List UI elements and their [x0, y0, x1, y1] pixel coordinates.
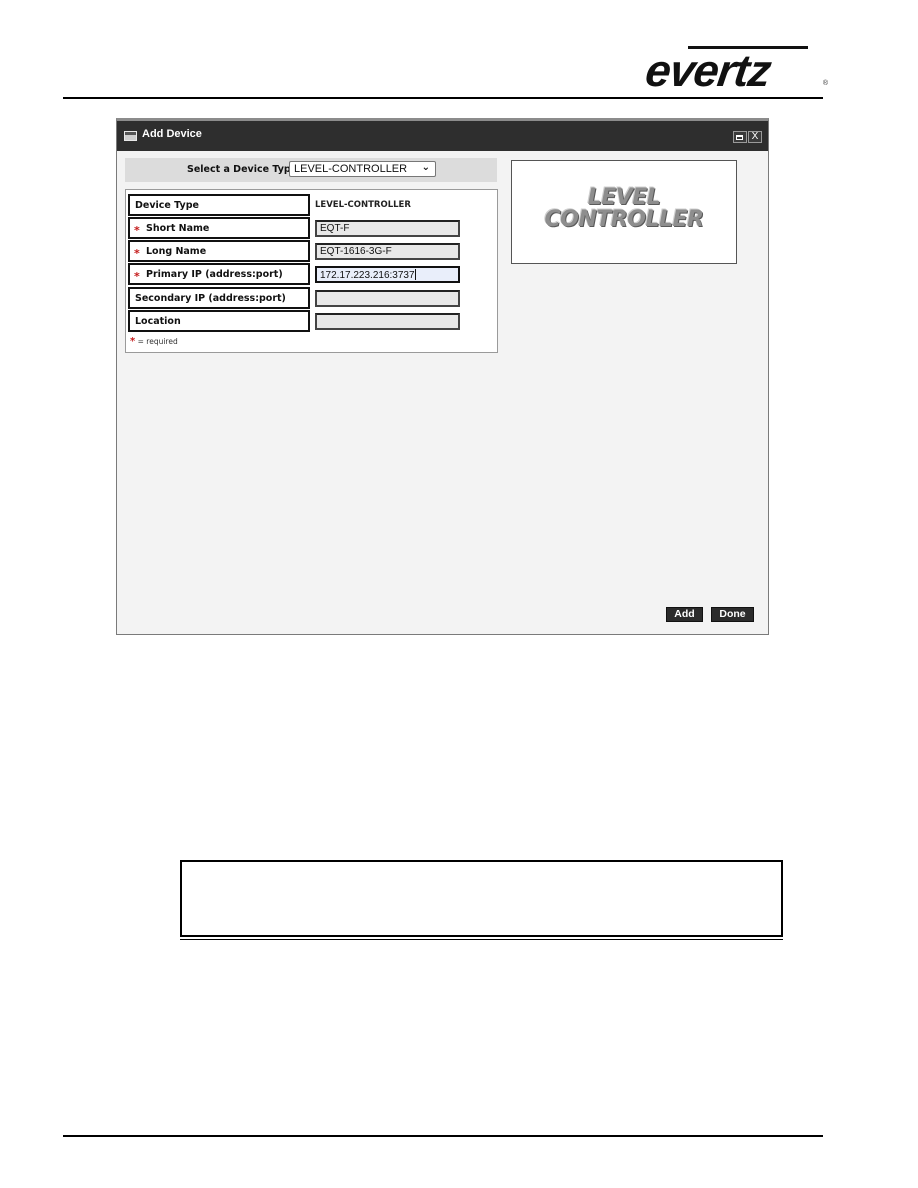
- registered-mark: ®: [822, 80, 828, 87]
- required-star: *: [134, 224, 140, 237]
- long-name-value: EQT-1616-3G-F: [320, 246, 392, 257]
- device-form: Device Type LEVEL-CONTROLLER * Short Nam…: [125, 189, 498, 353]
- secondary-ip-input[interactable]: [315, 290, 460, 307]
- short-name-input[interactable]: EQT-F: [315, 220, 460, 237]
- note-box: [180, 860, 783, 940]
- field-label-long-name: * Long Name: [128, 240, 310, 262]
- chevron-down-icon: ⌄: [421, 162, 430, 173]
- required-note: * = required: [130, 336, 178, 347]
- field-label-text: Device Type: [135, 200, 199, 211]
- primary-ip-input[interactable]: 172.17.223.216:3737: [315, 266, 460, 283]
- field-label-text: Long Name: [146, 246, 207, 257]
- field-label-location: Location: [128, 310, 310, 332]
- required-star: *: [130, 336, 136, 347]
- field-label-text: Primary IP (address:port): [146, 269, 283, 280]
- device-type-select-label: Select a Device Type:: [187, 164, 301, 175]
- dialog-title: Add Device: [142, 128, 202, 140]
- dialog-titlebar[interactable]: Add Device X: [117, 121, 768, 151]
- window-icon: [124, 131, 137, 141]
- long-name-input[interactable]: EQT-1616-3G-F: [315, 243, 460, 260]
- field-label-text: Secondary IP (address:port): [135, 293, 286, 304]
- add-button[interactable]: Add: [666, 607, 703, 622]
- device-type-select-row: Select a Device Type: LEVEL-CONTROLLER ⌄: [125, 158, 497, 182]
- field-label-short-name: * Short Name: [128, 217, 310, 239]
- preview-line-2: CONTROLLER: [544, 207, 704, 232]
- field-label-text: Location: [135, 316, 181, 327]
- field-label-secondary-ip: Secondary IP (address:port): [128, 287, 310, 309]
- maximize-button[interactable]: [733, 131, 747, 143]
- close-button[interactable]: X: [748, 131, 762, 143]
- required-star: *: [134, 247, 140, 260]
- evertz-logo: evertz ®: [640, 44, 830, 96]
- required-star: *: [134, 270, 140, 283]
- field-label-device-type: Device Type: [128, 194, 310, 216]
- primary-ip-value: 172.17.223.216:3737: [320, 270, 415, 281]
- logo-wordmark: evertz: [642, 45, 774, 96]
- done-button[interactable]: Done: [711, 607, 754, 622]
- add-device-dialog: Add Device X Select a Device Type: LEVEL…: [116, 118, 769, 635]
- field-label-primary-ip: * Primary IP (address:port): [128, 263, 310, 285]
- short-name-value: EQT-F: [320, 223, 350, 234]
- location-input[interactable]: [315, 313, 460, 330]
- header-divider: [63, 97, 823, 99]
- text-caret: [414, 269, 416, 280]
- device-type-preview-image: LEVEL CONTROLLER: [511, 160, 737, 264]
- required-note-text: = required: [137, 337, 178, 346]
- device-type-value: LEVEL-CONTROLLER: [315, 200, 411, 210]
- footer-divider: [63, 1135, 823, 1137]
- field-label-text: Short Name: [146, 223, 210, 234]
- device-type-selected-value: LEVEL-CONTROLLER: [294, 163, 408, 175]
- device-type-select[interactable]: LEVEL-CONTROLLER ⌄: [289, 161, 436, 177]
